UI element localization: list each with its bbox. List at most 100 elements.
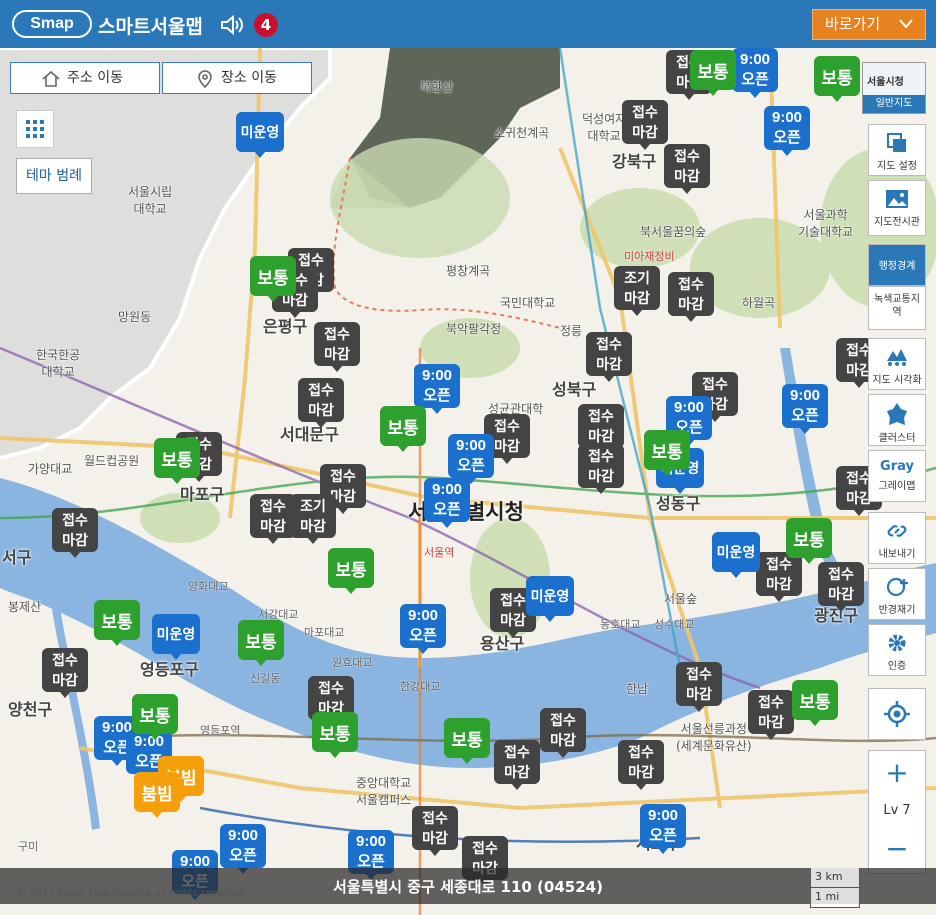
district-label: 서구 xyxy=(2,548,32,567)
admin-boundary-tool[interactable]: 행정경계 xyxy=(868,244,926,286)
marker-closed[interactable]: 접수 마감 xyxy=(618,740,664,790)
marker-early-close[interactable]: 조기 마감 xyxy=(290,494,336,544)
marker-opens-9am[interactable]: 9:00 오픈 xyxy=(732,48,778,98)
radius-tool[interactable]: 반경재기 xyxy=(868,568,926,620)
place-label: 중앙대학교 서울캠퍼스 xyxy=(356,776,412,807)
marker-closed[interactable]: 접수 마감 xyxy=(756,552,802,602)
marker-closed[interactable]: 접수 마감 xyxy=(748,690,794,740)
zoom-control: + Lv 7 − xyxy=(868,750,926,874)
radius-icon xyxy=(886,577,908,597)
shortcut-button[interactable]: 바로가기 xyxy=(812,9,926,40)
visualization-icon xyxy=(887,349,907,366)
marker-normal[interactable]: 보통 xyxy=(238,620,284,666)
marker-normal[interactable]: 보통 xyxy=(644,430,690,476)
cluster-tool[interactable]: 클러스터 xyxy=(868,394,926,446)
marker-opens-9am[interactable]: 9:00 오픈 xyxy=(764,106,810,156)
green-zone-label: 녹색교통지역 xyxy=(874,294,920,318)
bridge-label: 동호대교 xyxy=(600,618,641,631)
marker-not-operating[interactable]: 미운영 xyxy=(712,532,760,578)
marker-closed[interactable]: 접수 마감 xyxy=(578,444,624,494)
marker-closed[interactable]: 접수 마감 xyxy=(412,806,458,856)
auth-tool[interactable]: 인증 xyxy=(868,624,926,676)
marker-normal[interactable]: 보통 xyxy=(814,56,860,102)
zoom-in-button[interactable]: + xyxy=(869,755,925,793)
marker-crowded[interactable]: 붐빔 xyxy=(134,772,180,818)
bridge-label: 한강대교 xyxy=(400,680,441,693)
marker-closed[interactable]: 접수 마감 xyxy=(494,740,540,790)
place-label: 서울숲 xyxy=(664,592,698,606)
place-label: 서울시립 대학교 xyxy=(128,185,173,216)
map-canvas[interactable]: 은평구 서대문구 마포구 강북구 성북구 성동구 용산구 영등포구 양천구 광진… xyxy=(0,48,936,915)
green-zone-tool[interactable]: 녹색교통지역 xyxy=(868,286,926,330)
marker-closed[interactable]: 접수 마감 xyxy=(298,378,344,428)
marker-opens-9am[interactable]: 9:00 오픈 xyxy=(220,824,266,874)
marker-opens-9am[interactable]: 9:00 오픈 xyxy=(782,384,828,434)
grid-menu-icon xyxy=(26,120,44,138)
marker-normal[interactable]: 보통 xyxy=(154,438,200,484)
export-tool[interactable]: 내보내기 xyxy=(868,512,926,564)
marker-opens-9am[interactable]: 9:00 오픈 xyxy=(400,604,446,654)
marker-closed[interactable]: 접수 마감 xyxy=(314,322,360,372)
bridge-label: 원효대교 xyxy=(332,656,373,669)
bridge-label: 마포대교 xyxy=(304,626,345,639)
theme-legend-button[interactable]: 테마 범례 xyxy=(16,158,92,194)
shortcut-label: 바로가기 xyxy=(825,15,881,33)
marker-normal[interactable]: 보통 xyxy=(792,680,838,726)
marker-closed[interactable]: 접수 마감 xyxy=(664,144,710,194)
place-label: 망원동 xyxy=(118,310,152,324)
place-label: 국민대학교 xyxy=(500,296,556,310)
address-move-button[interactable]: 주소 이동 xyxy=(10,62,160,94)
smap-logo[interactable]: Smap xyxy=(12,10,92,38)
marker-opens-9am[interactable]: 9:00 오픈 xyxy=(424,478,470,528)
marker-closed[interactable]: 접수 마감 xyxy=(586,332,632,382)
district-label: 양천구 xyxy=(8,700,53,719)
map-gallery-tool[interactable]: 지도전시관 xyxy=(868,180,926,236)
gray-map-tool[interactable]: Gray 그레이맵 xyxy=(868,450,926,502)
marker-not-operating[interactable]: 미운영 xyxy=(152,614,200,660)
district-label: 서대문구 xyxy=(280,425,339,444)
place-label: 소귀천계곡 xyxy=(494,126,550,140)
scale-mi: 1 mi xyxy=(810,888,860,908)
marker-normal[interactable]: 보통 xyxy=(786,518,832,564)
district-label: 강북구 xyxy=(612,152,657,171)
marker-normal[interactable]: 보통 xyxy=(380,406,426,452)
marker-opens-9am[interactable]: 9:00 오픈 xyxy=(640,804,686,854)
marker-normal[interactable]: 보통 xyxy=(444,718,490,764)
notification-badge[interactable]: 4 xyxy=(254,13,278,37)
marker-closed[interactable]: 접수 마감 xyxy=(578,404,624,454)
visualization-tool[interactable]: 지도 시각화 xyxy=(868,338,926,390)
place-label: 북한산 xyxy=(420,80,454,94)
bridge-label: 양화대교 xyxy=(188,580,229,593)
marker-closed[interactable]: 접수 마감 xyxy=(818,562,864,612)
marker-normal[interactable]: 보통 xyxy=(250,256,296,302)
marker-closed[interactable]: 접수 마감 xyxy=(668,272,714,322)
marker-normal[interactable]: 보통 xyxy=(132,694,178,740)
scale-km: 3 km xyxy=(810,868,860,888)
marker-not-operating[interactable]: 미운영 xyxy=(236,112,284,158)
marker-closed[interactable]: 접수 마감 xyxy=(622,100,668,150)
app-title: 스마트서울맵 xyxy=(98,16,203,38)
place-move-button[interactable]: 장소 이동 xyxy=(162,62,312,94)
current-location-button[interactable] xyxy=(868,688,926,740)
marker-normal[interactable]: 보통 xyxy=(94,600,140,646)
image-icon xyxy=(886,190,908,208)
speaker-icon[interactable] xyxy=(220,14,244,36)
marker-opens-9am[interactable]: 9:00 오픈 xyxy=(448,434,494,484)
basemap-switch[interactable]: 서울시청 일반지도 xyxy=(862,62,926,114)
menu-grid-button[interactable] xyxy=(16,110,54,148)
gray-map-icon: Gray xyxy=(880,459,914,474)
marker-closed[interactable]: 접수 마감 xyxy=(42,648,88,698)
place-label: 한국한공 대학교 xyxy=(36,348,81,379)
marker-not-operating[interactable]: 미운영 xyxy=(526,576,574,622)
marker-normal[interactable]: 보통 xyxy=(328,548,374,594)
marker-closed[interactable]: 접수 마감 xyxy=(540,708,586,758)
crosshair-icon xyxy=(884,701,910,727)
map-settings-tool[interactable]: 지도 설정 xyxy=(868,124,926,176)
marker-normal[interactable]: 보통 xyxy=(312,712,358,758)
marker-closed[interactable]: 접수 마감 xyxy=(676,662,722,712)
marker-early-close[interactable]: 조기 마감 xyxy=(614,266,660,316)
marker-opens-9am[interactable]: 9:00 오픈 xyxy=(414,364,460,414)
marker-closed[interactable]: 접수 마감 xyxy=(52,508,98,558)
marker-normal[interactable]: 보통 xyxy=(690,50,736,96)
zoom-out-button[interactable]: − xyxy=(869,831,925,869)
